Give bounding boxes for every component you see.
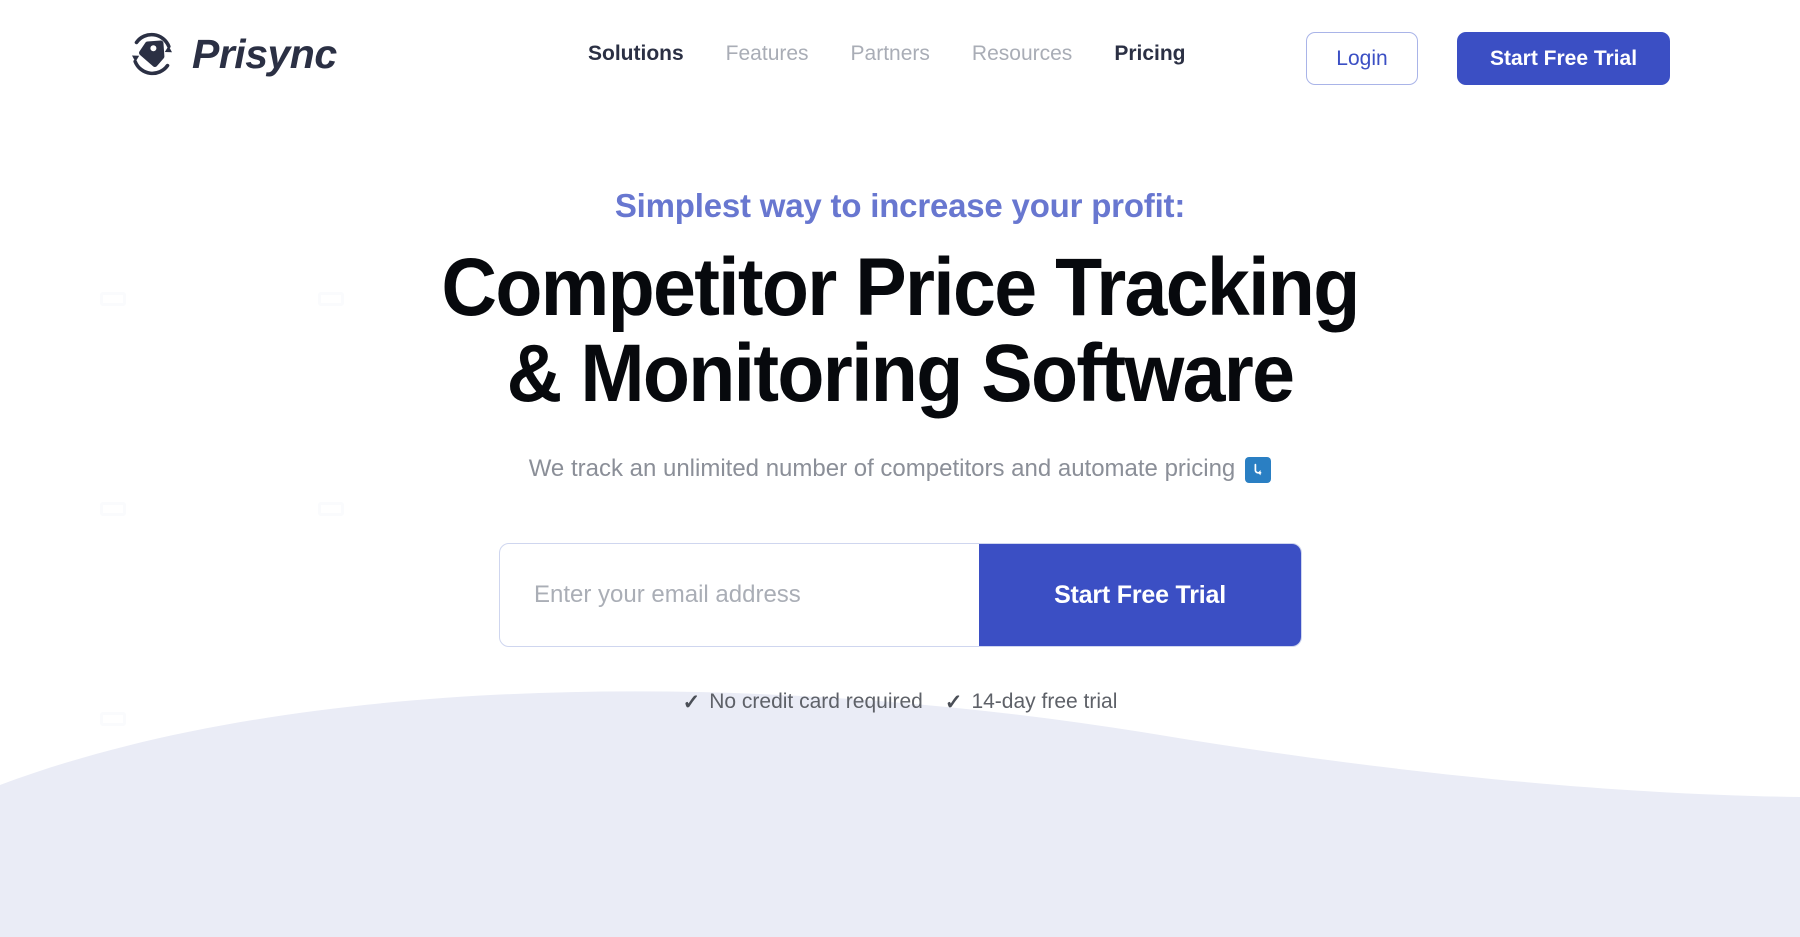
nav-item-solutions[interactable]: Solutions	[588, 40, 684, 68]
decor-shape-icon	[318, 502, 344, 516]
header-start-free-trial-button[interactable]: Start Free Trial	[1457, 32, 1670, 85]
trust-row: ✓ No credit card required ✓ 14-day free …	[0, 688, 1800, 716]
hero-subtitle-text: We track an unlimited number of competit…	[528, 455, 1236, 482]
nav-item-resources[interactable]: Resources	[972, 40, 1072, 68]
signup-form: Start Free Trial	[499, 543, 1302, 647]
email-input[interactable]	[500, 544, 979, 646]
hero-title-line-1: Competitor Price Tracking	[441, 242, 1360, 333]
login-button[interactable]: Login	[1306, 32, 1418, 85]
hero-title-line-2: & Monitoring Software	[506, 328, 1295, 419]
nav-item-pricing[interactable]: Pricing	[1114, 40, 1185, 68]
decor-shape-icon	[100, 502, 126, 516]
site-header: Prisync Solutions Features Partners Reso…	[0, 0, 1800, 112]
form-start-free-trial-button[interactable]: Start Free Trial	[979, 544, 1301, 646]
curved-down-arrow-icon	[1245, 457, 1272, 483]
page-title: Competitor Price Tracking & Monitoring S…	[54, 245, 1746, 417]
brand-name: Prisync	[192, 30, 337, 77]
trust-item-label: 14-day free trial	[971, 690, 1118, 713]
trust-item-label: No credit card required	[709, 690, 923, 713]
hero-eyebrow: Simplest way to increase your profit:	[614, 187, 1186, 224]
main-navigation: Solutions Features Partners Resources Pr…	[588, 40, 1186, 68]
check-icon: ✓	[944, 690, 963, 714]
landing-page: Prisync Solutions Features Partners Reso…	[0, 0, 1800, 937]
header-actions: Login Start Free Trial	[1306, 32, 1670, 85]
hero-subtitle: We track an unlimited number of competit…	[0, 452, 1800, 486]
price-tag-sync-icon	[132, 32, 172, 76]
nav-item-partners[interactable]: Partners	[851, 40, 930, 68]
wave-divider	[0, 691, 1800, 937]
trust-item-no-credit-card: ✓ No credit card required	[683, 688, 923, 716]
nav-item-features[interactable]: Features	[726, 40, 809, 68]
trust-item-free-trial: ✓ 14-day free trial	[945, 688, 1118, 716]
brand-logo-link[interactable]: Prisync	[126, 28, 337, 80]
check-icon: ✓	[682, 690, 701, 714]
